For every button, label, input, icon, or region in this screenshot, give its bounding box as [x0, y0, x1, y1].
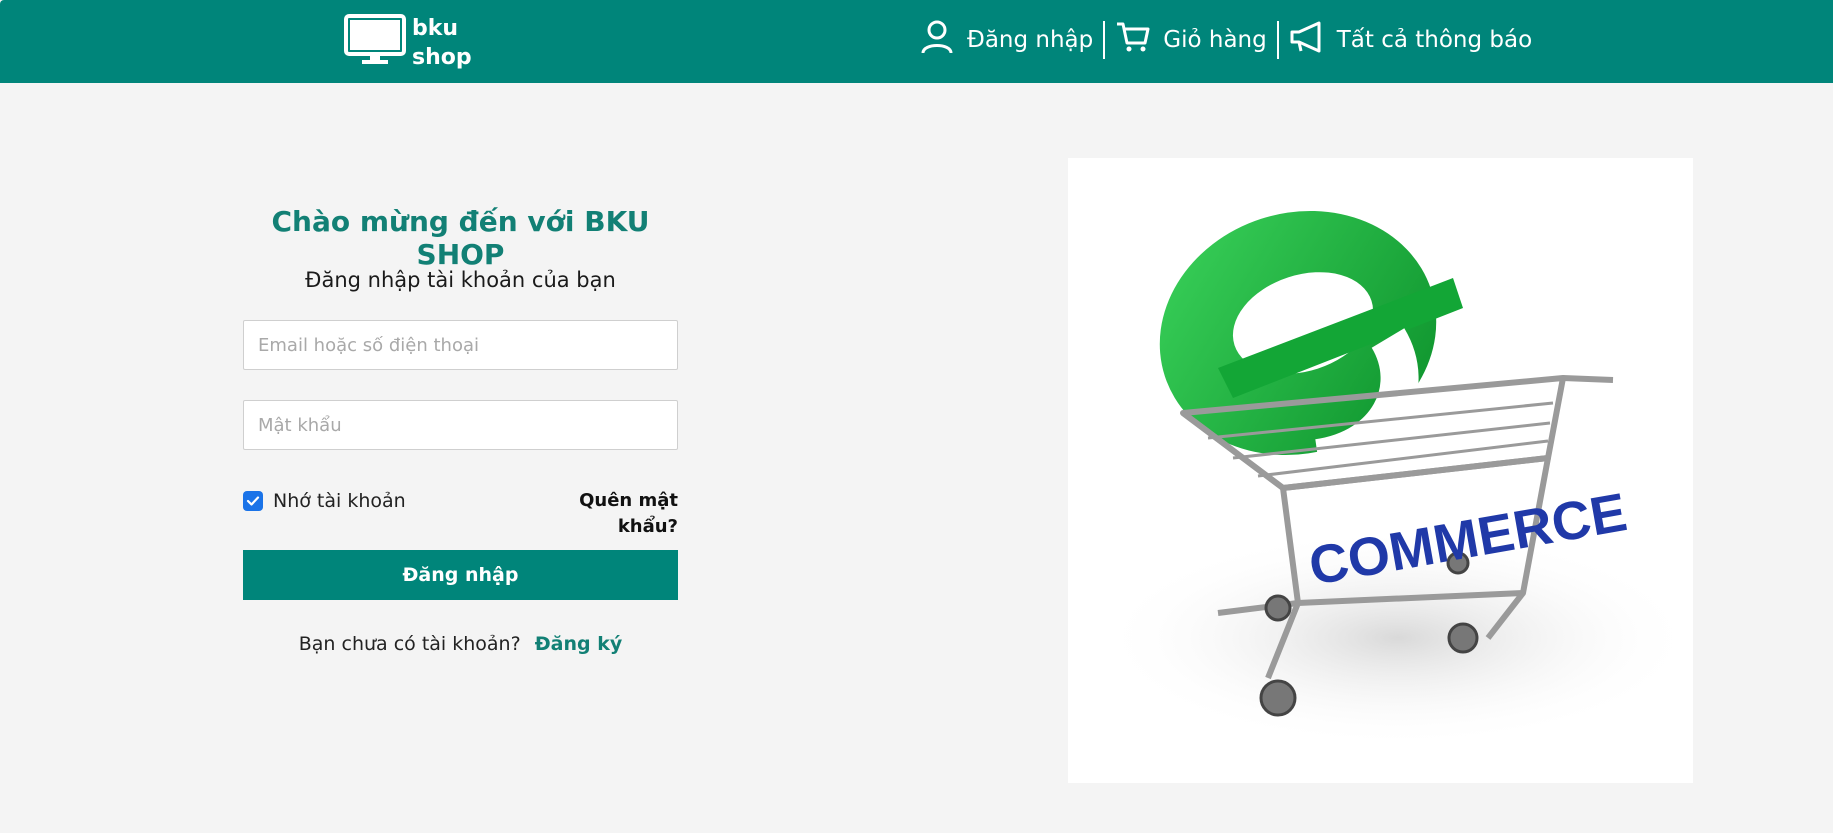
remember-checkbox[interactable] [243, 491, 263, 511]
logo[interactable]: bku shop [344, 14, 472, 70]
welcome-title: Chào mừng đến với BKU SHOP [271, 205, 650, 271]
remember-row: Nhớ tài khoản [243, 488, 406, 514]
nav-divider [1276, 21, 1279, 59]
logo-text-line1: bku [412, 16, 459, 41]
forgot-password-link[interactable]: Quên mật khẩu? [520, 488, 678, 537]
cart-icon [1115, 19, 1151, 61]
megaphone-icon [1289, 19, 1325, 61]
signup-prompt: Bạn chưa có tài khoản? [298, 633, 521, 655]
nav-notifications-label: Tất cả thông báo [1336, 27, 1533, 53]
remember-label[interactable]: Nhớ tài khoản [273, 490, 406, 512]
signup-row: Bạn chưa có tài khoản? Đăng ký [243, 633, 678, 655]
top-header: bku shop Đăng nhập Giỏ hàng Tất cả thông… [0, 0, 1833, 83]
top-nav: Đăng nhập Giỏ hàng Tất cả thông báo [919, 18, 1532, 62]
logo-text-line2: shop [412, 45, 472, 70]
signup-link[interactable]: Đăng ký [535, 633, 623, 655]
password-field[interactable] [243, 400, 678, 450]
nav-cart-label: Giỏ hàng [1163, 27, 1267, 53]
check-icon [246, 496, 260, 506]
nav-login[interactable]: Đăng nhập [919, 18, 1093, 62]
nav-divider [1103, 21, 1106, 59]
monitor-icon [344, 14, 408, 73]
nav-cart[interactable]: Giỏ hàng [1115, 18, 1267, 62]
nav-login-label: Đăng nhập [967, 27, 1094, 53]
nav-notifications[interactable]: Tất cả thông báo [1289, 18, 1532, 62]
ecommerce-illustration: COMMERCE [1068, 158, 1698, 783]
email-field[interactable] [243, 320, 678, 370]
login-subtitle: Đăng nhập tài khoản của bạn [305, 268, 616, 292]
e-letter-shape [1159, 210, 1463, 477]
user-icon [919, 19, 955, 61]
login-button[interactable]: Đăng nhập [243, 550, 678, 600]
